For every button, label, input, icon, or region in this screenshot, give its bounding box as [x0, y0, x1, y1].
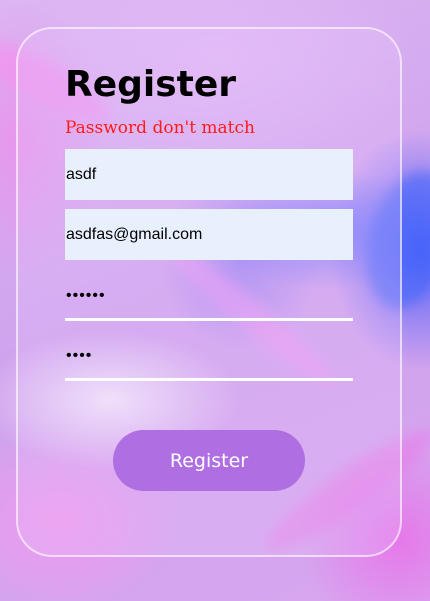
- error-message: Password don't match: [65, 118, 255, 138]
- register-button[interactable]: Register: [113, 430, 305, 491]
- password-field[interactable]: [65, 273, 353, 321]
- email-field[interactable]: [65, 209, 353, 260]
- name-field[interactable]: [65, 149, 353, 200]
- page-title: Register: [65, 64, 237, 105]
- confirm-password-field[interactable]: [65, 333, 353, 381]
